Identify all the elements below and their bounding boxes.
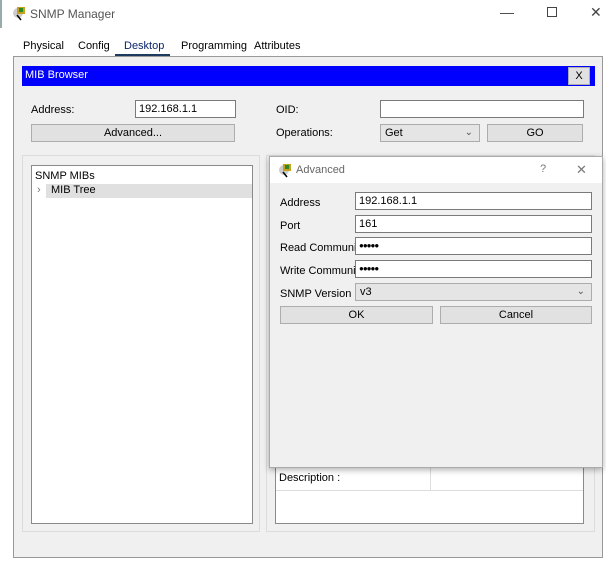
help-button[interactable]: ?: [540, 163, 546, 175]
tree-item-mib-tree[interactable]: MIB Tree: [46, 184, 252, 198]
port-input[interactable]: 161: [355, 215, 592, 233]
address-label: Address:: [31, 104, 75, 116]
mib-browser-close-button[interactable]: X: [568, 67, 590, 85]
tab-config[interactable]: Config: [78, 40, 110, 52]
dialog-address-input[interactable]: 192.168.1.1: [355, 192, 592, 210]
tab-desktop[interactable]: Desktop: [124, 40, 164, 52]
snmp-version-select[interactable]: v3 ⌄: [355, 283, 592, 301]
oid-label: OID:: [276, 104, 299, 116]
advanced-dialog: Advanced ? ✕ Address 192.168.1.1 Port 16…: [269, 156, 603, 468]
snmp-manager-icon: [279, 164, 291, 178]
snmp-version-value: v3: [360, 286, 372, 298]
chevron-down-icon: ⌄: [576, 286, 585, 297]
port-label: Port: [280, 220, 301, 232]
snmp-version-label: SNMP Version: [280, 288, 352, 300]
minimize-button[interactable]: —: [500, 4, 514, 20]
tab-programming[interactable]: Programming: [181, 40, 247, 52]
tab-attributes[interactable]: Attributes: [254, 40, 300, 52]
dialog-title-bar: Advanced ? ✕: [270, 157, 602, 183]
tab-physical[interactable]: Physical: [23, 40, 64, 52]
tree-root-snmp-mibs[interactable]: SNMP MIBs: [35, 170, 95, 182]
ok-button[interactable]: OK: [280, 306, 433, 324]
oid-input[interactable]: [380, 100, 584, 118]
read-community-label: Read Community: [280, 242, 365, 254]
read-community-input[interactable]: ●●●●●: [355, 237, 592, 255]
chevron-down-icon: ⌄: [464, 127, 473, 138]
write-community-label: Write Community: [280, 265, 365, 277]
title-bar: SNMP Manager — ✕: [0, 0, 606, 28]
snmp-manager-icon: [13, 7, 25, 21]
column-divider: [430, 467, 431, 491]
tree-item-label: MIB Tree: [51, 184, 96, 196]
description-label: Description :: [279, 472, 341, 484]
mib-browser-title: MIB Browser: [25, 69, 88, 81]
window-title: SNMP Manager: [30, 7, 116, 21]
operations-value: Get: [385, 127, 403, 139]
mib-browser-header: MIB Browser X: [22, 66, 595, 86]
write-community-input[interactable]: ●●●●●: [355, 260, 592, 278]
operations-select[interactable]: Get ⌄: [380, 124, 480, 142]
advanced-button[interactable]: Advanced...: [31, 124, 235, 142]
dialog-address-label: Address: [280, 197, 321, 209]
dialog-close-button[interactable]: ✕: [576, 162, 587, 178]
operations-label: Operations:: [276, 127, 333, 139]
address-input[interactable]: 192.168.1.1: [135, 100, 236, 118]
expand-chevron-icon[interactable]: ›: [37, 184, 41, 196]
close-window-button[interactable]: ✕: [590, 4, 602, 21]
cancel-button[interactable]: Cancel: [440, 306, 592, 324]
dialog-title: Advanced: [296, 164, 345, 176]
go-button[interactable]: GO: [487, 124, 583, 142]
maximize-button[interactable]: [547, 7, 557, 17]
mib-tree-view[interactable]: SNMP MIBs › MIB Tree: [31, 165, 253, 524]
